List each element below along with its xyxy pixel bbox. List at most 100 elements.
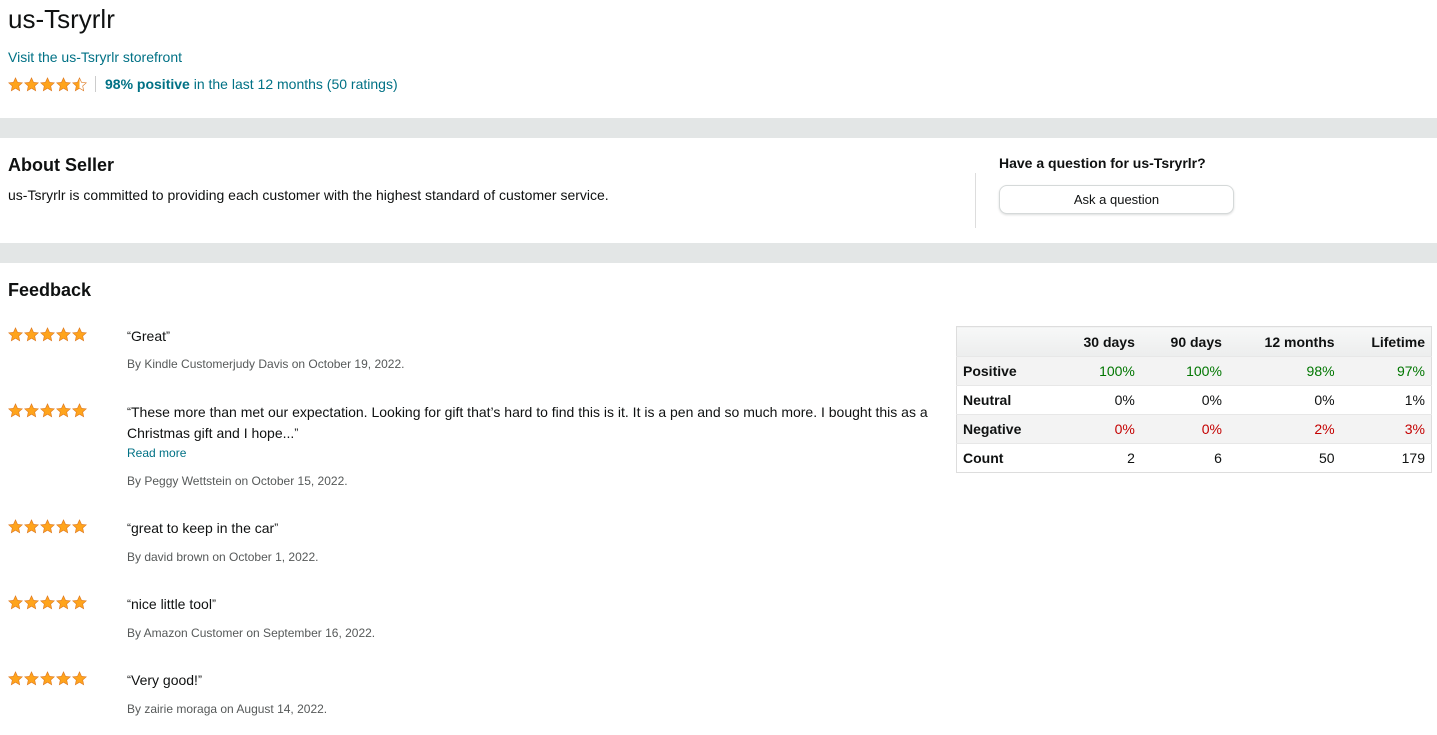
vertical-divider bbox=[975, 173, 976, 228]
stats-cell: 0% bbox=[1227, 385, 1341, 415]
about-seller-text: us-Tsryrlr is committed to providing eac… bbox=[8, 187, 609, 203]
star-icon bbox=[24, 595, 39, 610]
star-icon bbox=[56, 595, 71, 610]
feedback-byline: By zairie moraga on August 14, 2022. bbox=[127, 702, 328, 716]
seller-name: us-Tsryrlr bbox=[8, 4, 115, 34]
storefront-link[interactable]: Visit the us-Tsryrlr storefront bbox=[8, 49, 182, 65]
star-icon bbox=[24, 519, 39, 534]
stats-row-label: Positive bbox=[956, 356, 1054, 386]
feedback-byline: By Kindle Customerjudy Davis on October … bbox=[127, 357, 405, 371]
star-icon bbox=[8, 595, 23, 610]
close-quote-icon: ” bbox=[197, 673, 202, 687]
feedback-byline: By david brown on October 1, 2022. bbox=[127, 550, 319, 564]
star-icon bbox=[8, 76, 23, 91]
feedback-text: Great bbox=[131, 328, 167, 344]
close-quote-icon: ” bbox=[211, 597, 216, 611]
star-icon bbox=[24, 327, 39, 342]
rating-divider bbox=[95, 76, 96, 92]
feedback-quote: “Great” bbox=[127, 326, 932, 347]
star-icon bbox=[24, 671, 39, 686]
stats-row-label: Count bbox=[956, 443, 1054, 473]
stats-cell: 2% bbox=[1227, 414, 1341, 444]
star-icon bbox=[56, 671, 71, 686]
section-divider-band bbox=[0, 118, 1437, 138]
stats-row-label: Negative bbox=[956, 414, 1054, 444]
stats-cell: 50 bbox=[1227, 443, 1341, 473]
read-more-link[interactable]: Read more bbox=[127, 446, 186, 460]
section-divider-band bbox=[0, 243, 1437, 263]
stats-header-row: 30 days 90 days 12 months Lifetime bbox=[956, 326, 1432, 357]
feedback-text: nice little tool bbox=[131, 596, 212, 612]
star-icon bbox=[72, 595, 87, 610]
star-icon bbox=[40, 76, 55, 91]
star-icon bbox=[72, 327, 87, 342]
feedback-text: great to keep in the car bbox=[131, 520, 275, 536]
star-icon bbox=[56, 76, 71, 91]
feedback-quote: “These more than met our expectation. Lo… bbox=[127, 402, 932, 444]
star-icon bbox=[8, 671, 23, 686]
stats-row-neutral: Neutral 0% 0% 0% 1% bbox=[956, 385, 1432, 415]
star-icon bbox=[56, 519, 71, 534]
stats-cell: 3% bbox=[1340, 414, 1432, 444]
feedback-byline: By Amazon Customer on September 16, 2022… bbox=[127, 626, 376, 640]
stats-row-negative: Negative 0% 0% 2% 3% bbox=[956, 414, 1432, 444]
about-seller-heading: About Seller bbox=[8, 155, 115, 175]
feedback-quote: “Very good!” bbox=[127, 670, 932, 691]
star-icon bbox=[72, 671, 87, 686]
feedback-stars bbox=[8, 519, 88, 539]
seller-rating-stars[interactable] bbox=[8, 76, 88, 92]
stats-column-header: Lifetime bbox=[1340, 326, 1432, 357]
stats-cell: 0% bbox=[1140, 385, 1228, 415]
stats-row-positive: Positive 100% 100% 98% 97% bbox=[956, 356, 1432, 386]
feedback-stars bbox=[8, 327, 88, 347]
star-icon bbox=[40, 519, 55, 534]
stats-cell: 100% bbox=[1140, 356, 1228, 386]
feedback-byline: By Peggy Wettstein on October 15, 2022. bbox=[127, 474, 348, 488]
star-icon bbox=[24, 76, 39, 91]
stats-cell: 1% bbox=[1340, 385, 1432, 415]
feedback-heading: Feedback bbox=[8, 280, 92, 300]
stats-column-header: 30 days bbox=[1053, 326, 1141, 357]
stats-row-count: Count 2 6 50 179 bbox=[956, 443, 1432, 473]
question-label: Have a question for us-Tsryrlr? bbox=[999, 155, 1206, 171]
stats-cell: 2 bbox=[1053, 443, 1141, 473]
stats-cell: 97% bbox=[1340, 356, 1432, 386]
star-icon bbox=[40, 595, 55, 610]
stats-column-header: 90 days bbox=[1140, 326, 1228, 357]
positive-rating-link[interactable]: 98% positive in the last 12 months (50 r… bbox=[105, 76, 398, 92]
feedback-quote: “great to keep in the car” bbox=[127, 518, 932, 539]
star-icon bbox=[56, 327, 71, 342]
star-icon bbox=[72, 519, 87, 534]
star-icon bbox=[8, 327, 23, 342]
feedback-quote: “nice little tool” bbox=[127, 594, 932, 615]
feedback-stars bbox=[8, 403, 88, 423]
stats-cell: 0% bbox=[1053, 414, 1141, 444]
stats-cell: 0% bbox=[1053, 385, 1141, 415]
star-icon bbox=[8, 403, 23, 418]
half-star-icon bbox=[72, 76, 87, 91]
positive-percent: 98% positive bbox=[105, 76, 190, 92]
star-icon bbox=[72, 403, 87, 418]
star-icon bbox=[24, 403, 39, 418]
stats-cell: 6 bbox=[1140, 443, 1228, 473]
stats-cell: 98% bbox=[1227, 356, 1341, 386]
stats-cell: 179 bbox=[1340, 443, 1432, 473]
close-quote-icon: ” bbox=[274, 521, 279, 535]
star-icon bbox=[40, 403, 55, 418]
close-quote-icon: ” bbox=[294, 426, 299, 440]
star-icon bbox=[40, 327, 55, 342]
feedback-stars bbox=[8, 671, 88, 691]
rating-period: in the last 12 months (50 ratings) bbox=[193, 76, 398, 92]
feedback-text: Very good! bbox=[131, 672, 198, 688]
star-icon bbox=[40, 671, 55, 686]
stats-row-label: Neutral bbox=[956, 385, 1054, 415]
feedback-stats-table: 30 days 90 days 12 months Lifetime Posit… bbox=[956, 326, 1432, 473]
stats-corner-cell bbox=[956, 326, 1054, 357]
ask-question-button[interactable]: Ask a question bbox=[999, 185, 1234, 214]
feedback-text: These more than met our expectation. Loo… bbox=[127, 404, 928, 441]
stats-column-header: 12 months bbox=[1227, 326, 1341, 357]
star-icon bbox=[8, 519, 23, 534]
close-quote-icon: ” bbox=[166, 329, 171, 343]
stats-cell: 0% bbox=[1140, 414, 1228, 444]
stats-cell: 100% bbox=[1053, 356, 1141, 386]
